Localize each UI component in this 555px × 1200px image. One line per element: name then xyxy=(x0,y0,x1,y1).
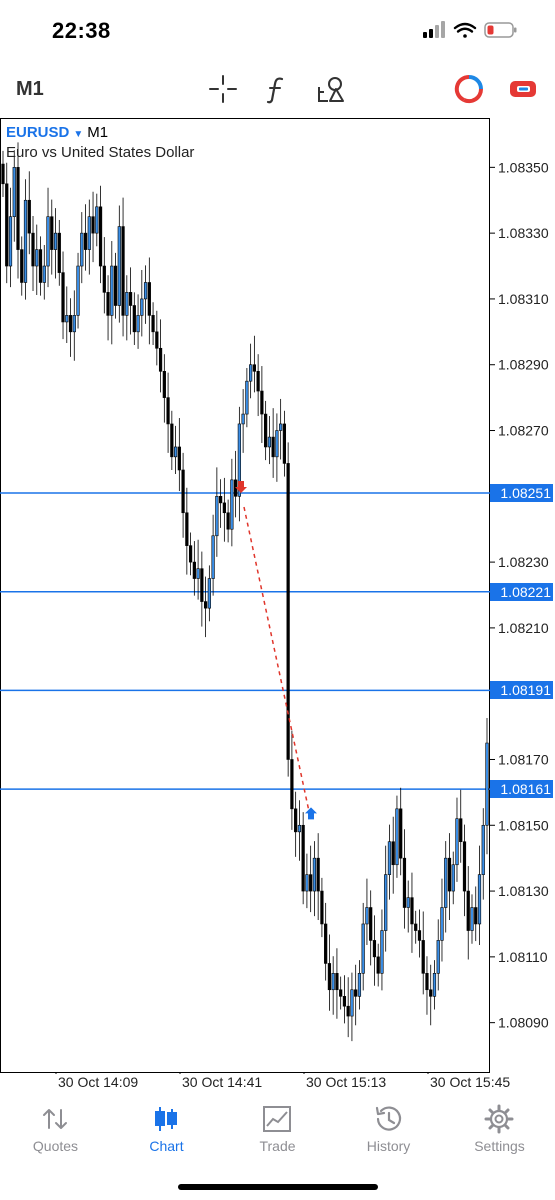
price-axis-label: 1.08230 xyxy=(498,554,549,570)
price-axis-label: 1.08310 xyxy=(498,291,549,307)
price-level-tag[interactable]: 1.08191 xyxy=(490,681,553,700)
timeframe-button[interactable]: M1 xyxy=(16,78,44,101)
price-axis-label: 1.08170 xyxy=(498,751,549,767)
indicators-icon[interactable] xyxy=(262,74,292,104)
crosshair-icon[interactable] xyxy=(208,74,238,104)
price-axis-label: 1.08130 xyxy=(498,883,549,899)
tab-history[interactable]: History xyxy=(333,1096,444,1166)
status-time: 22:38 xyxy=(52,18,111,43)
tab-label: Trade xyxy=(259,1138,296,1154)
price-chart[interactable]: 1.08350 1.08330 1.08310 1.08290 1.08270 1.082… xyxy=(0,118,555,1074)
objects-icon[interactable] xyxy=(316,74,346,104)
trade-icon xyxy=(263,1106,291,1132)
accounts-icon[interactable] xyxy=(454,74,484,104)
settings-icon xyxy=(484,1104,514,1134)
quotes-icon xyxy=(43,1109,67,1129)
price-axis-label: 1.08090 xyxy=(498,1015,549,1031)
time-label: 30 Oct 14:41 xyxy=(182,1074,263,1090)
status-icons xyxy=(423,21,517,38)
status-bar: 22:38 xyxy=(0,0,555,60)
tab-quotes[interactable]: Quotes xyxy=(0,1096,111,1166)
tab-chart[interactable]: Chart xyxy=(111,1096,222,1166)
candlestick xyxy=(301,812,305,905)
battery-icon xyxy=(484,22,517,38)
home-indicator xyxy=(178,1184,378,1190)
trade-toggle-icon[interactable] xyxy=(508,74,538,104)
cellular-signal-icon xyxy=(423,21,445,38)
candlestick xyxy=(286,442,290,777)
tab-settings[interactable]: Settings xyxy=(444,1096,555,1166)
price-axis-label: 1.08350 xyxy=(498,159,549,175)
tab-label: Settings xyxy=(474,1138,525,1154)
time-label: 30 Oct 15:13 xyxy=(306,1074,387,1090)
tab-label: Chart xyxy=(149,1138,184,1154)
time-label: 30 Oct 14:09 xyxy=(58,1074,139,1090)
chart-icon xyxy=(155,1107,177,1131)
price-level-tag[interactable]: 1.08251 xyxy=(490,484,553,503)
symbol-selector[interactable]: EURUSD ▼ M1 xyxy=(6,124,108,141)
wifi-icon xyxy=(453,22,477,38)
price-axis-label: 1.08270 xyxy=(498,423,549,439)
tab-label: Quotes xyxy=(32,1138,79,1154)
price-axis-label: 1.08330 xyxy=(498,225,549,241)
price-axis-label: 1.08290 xyxy=(498,357,549,373)
tab-trade[interactable]: Trade xyxy=(222,1096,333,1166)
price-axis-label: 1.08210 xyxy=(498,620,549,636)
chevron-down-icon[interactable]: ▼ xyxy=(73,129,83,140)
time-label: 30 Oct 15:45 xyxy=(430,1074,511,1090)
price-level-tag[interactable]: 1.08221 xyxy=(490,582,553,601)
price-level-tag[interactable]: 1.08161 xyxy=(490,780,553,799)
chart-toolbar: M1 xyxy=(0,62,555,118)
symbol-description: Euro vs United States Dollar xyxy=(6,144,195,161)
symbol-timeframe: M1 xyxy=(87,124,109,141)
symbol-name[interactable]: EURUSD xyxy=(6,124,69,141)
chart-canvas[interactable]: 1.08350 1.08330 1.08310 1.08290 1.08270 1.082… xyxy=(0,118,555,1074)
history-icon xyxy=(375,1106,402,1131)
tab-label: History xyxy=(366,1138,411,1154)
price-axis-label: 1.08110 xyxy=(498,949,548,965)
price-axis-label: 1.08150 xyxy=(498,817,549,833)
